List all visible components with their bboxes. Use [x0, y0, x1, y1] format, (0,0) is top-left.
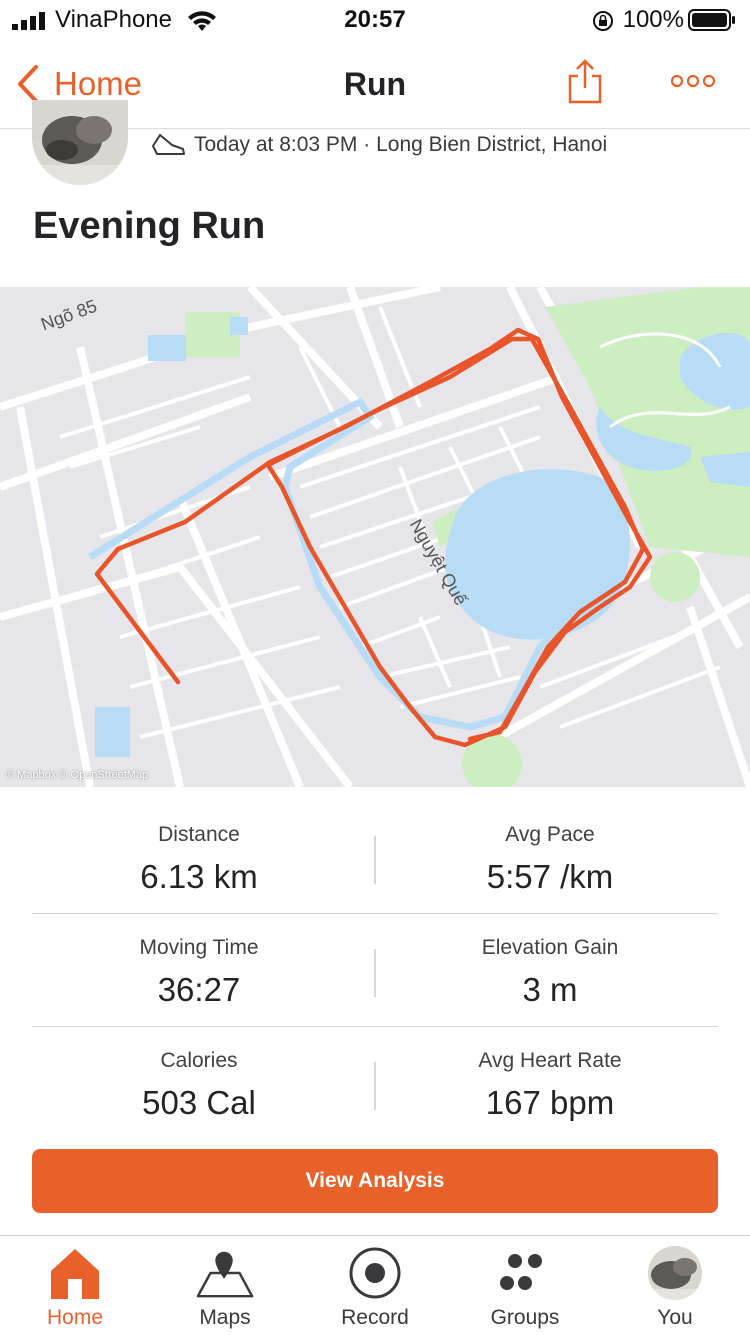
- more-options-icon[interactable]: [670, 74, 716, 88]
- record-icon: [345, 1244, 405, 1302]
- share-icon[interactable]: [566, 58, 604, 106]
- avatar: [645, 1244, 705, 1302]
- battery-percent: 100%: [622, 6, 684, 33]
- athlete-avatar[interactable]: [32, 100, 128, 185]
- stat-value-elevation-gain: 3 m: [522, 971, 578, 1008]
- stat-divider: [374, 836, 376, 884]
- tab-you[interactable]: You: [600, 1236, 750, 1335]
- shoe-icon: [152, 134, 185, 155]
- view-analysis-button[interactable]: View Analysis: [32, 1149, 718, 1213]
- status-bar: VinaPhone 20:57 100%: [0, 0, 750, 40]
- tab-label-home: Home: [46, 1306, 104, 1329]
- tab-label-maps: Maps: [199, 1306, 251, 1329]
- rotation-lock-icon: [593, 11, 613, 31]
- stat-value-calories: 503 Cal: [142, 1084, 256, 1121]
- groups-icon: [495, 1244, 555, 1302]
- stat-value-avg-heart-rate: 167 bpm: [485, 1084, 615, 1121]
- map-pin-icon: [195, 1244, 255, 1302]
- route-map[interactable]: Ngõ 85 Nguyệt Quế © Mapbox © OpenStreetM…: [0, 287, 750, 787]
- stat-label-avg-pace: Avg Pace: [505, 823, 595, 846]
- map-canvas: [0, 287, 750, 787]
- row-divider: [32, 1026, 718, 1027]
- stat-label-moving-time: Moving Time: [139, 936, 259, 959]
- tab-record[interactable]: Record: [300, 1236, 450, 1335]
- tab-label-groups: Groups: [490, 1306, 560, 1329]
- activity-title: Evening Run: [33, 205, 266, 247]
- stat-label-elevation-gain: Elevation Gain: [481, 936, 619, 959]
- stat-value-avg-pace: 5:57 /km: [486, 858, 614, 895]
- tab-groups[interactable]: Groups: [450, 1236, 600, 1335]
- battery-icon: [688, 9, 735, 31]
- stat-label-avg-heart-rate: Avg Heart Rate: [478, 1049, 622, 1072]
- home-icon: [45, 1244, 105, 1302]
- map-attribution[interactable]: © Mapbox © OpenStreetMap: [6, 769, 148, 781]
- stat-value-distance: 6.13 km: [140, 858, 258, 895]
- stat-label-calories: Calories: [160, 1049, 238, 1072]
- tab-label-record: Record: [341, 1306, 409, 1329]
- page-title: Run: [343, 66, 407, 102]
- tab-label-you: You: [657, 1306, 693, 1329]
- tab-home[interactable]: Home: [0, 1236, 150, 1335]
- stat-value-moving-time: 36:27: [157, 971, 241, 1008]
- stat-divider: [374, 1062, 376, 1110]
- tab-bar: Home Maps Record Groups You: [0, 1235, 750, 1335]
- tab-maps[interactable]: Maps: [150, 1236, 300, 1335]
- activity-meta-text: Today at 8:03 PM · Long Bien District, H…: [194, 133, 608, 156]
- row-divider: [32, 913, 718, 914]
- stat-divider: [374, 949, 376, 997]
- activity-meta: Today at 8:03 PM · Long Bien District, H…: [150, 132, 607, 158]
- stat-label-distance: Distance: [158, 823, 240, 846]
